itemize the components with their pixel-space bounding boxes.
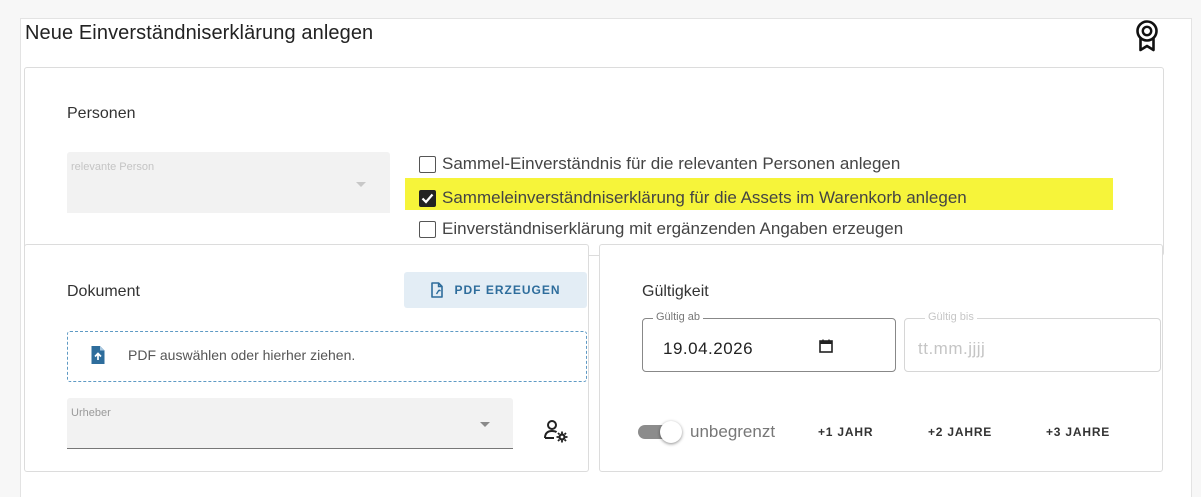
dropzone-text: PDF auswählen oder hierher ziehen. — [128, 347, 356, 363]
add-3-years-button[interactable]: +3 JAHRE — [1046, 425, 1110, 439]
personen-options: Sammel-Einverständnis für die relevanten… — [419, 152, 1139, 242]
checkbox-sammel-personen[interactable] — [419, 155, 436, 173]
option-sammel-assets[interactable]: Sammeleinverständniserklärung für die As… — [419, 186, 967, 210]
add-1-year-button[interactable]: +1 JAHR — [818, 425, 873, 439]
chevron-down-icon — [356, 182, 366, 187]
valid-from-field[interactable]: Gültig ab 19.04.2026 — [642, 311, 896, 372]
calendar-icon[interactable] — [819, 339, 833, 358]
award-ribbon-icon[interactable] — [1134, 20, 1160, 52]
pdf-generate-button[interactable]: PDF ERZEUGEN — [404, 272, 587, 308]
pdf-generate-label: PDF ERZEUGEN — [454, 283, 561, 297]
personen-heading: Personen — [67, 105, 136, 122]
urheber-select[interactable]: Urheber — [67, 398, 513, 449]
relevant-person-label: relevante Person — [71, 161, 155, 173]
option-ergaenzende-angaben[interactable]: Einverständniserklärung mit ergänzenden … — [419, 217, 903, 241]
unlimited-toggle-label: unbegrenzt — [690, 422, 776, 441]
urheber-underline — [67, 448, 513, 449]
option-label: Einverständniserklärung mit ergänzenden … — [442, 219, 904, 238]
option-label: Sammeleinverständniserklärung für die As… — [442, 188, 967, 207]
valid-from-value: 19.04.2026 — [663, 339, 754, 358]
unlimited-toggle-thumb[interactable] — [660, 421, 682, 443]
dokument-heading: Dokument — [67, 283, 140, 300]
file-upload-icon — [90, 345, 106, 370]
option-label: Sammel-Einverständnis für die relevanten… — [442, 154, 901, 173]
valid-to-placeholder: tt.mm.jjjj — [918, 339, 986, 358]
add-2-years-button[interactable]: +2 JAHRE — [928, 425, 992, 439]
checkbox-ergaenzende-angaben[interactable] — [419, 220, 436, 238]
page-title: Neue Einverständniserklärung anlegen — [25, 22, 374, 44]
file-generate-icon — [431, 282, 444, 298]
user-settings-icon[interactable] — [543, 418, 569, 449]
option-sammel-personen[interactable]: Sammel-Einverständnis für die relevanten… — [419, 152, 900, 176]
chevron-down-icon — [480, 422, 490, 427]
checkmark-icon — [421, 193, 434, 204]
gueltigkeit-heading: Gültigkeit — [642, 283, 709, 300]
urheber-label: Urheber — [71, 407, 111, 419]
valid-from-label: Gültig ab — [653, 311, 704, 323]
pdf-dropzone[interactable]: PDF auswählen oder hierher ziehen. — [67, 331, 587, 382]
checkbox-sammel-assets[interactable] — [419, 189, 436, 207]
relevant-person-select[interactable]: relevante Person — [67, 152, 390, 213]
valid-to-label: Gültig bis — [925, 311, 977, 323]
valid-to-field: Gültig bis tt.mm.jjjj — [904, 311, 1161, 372]
